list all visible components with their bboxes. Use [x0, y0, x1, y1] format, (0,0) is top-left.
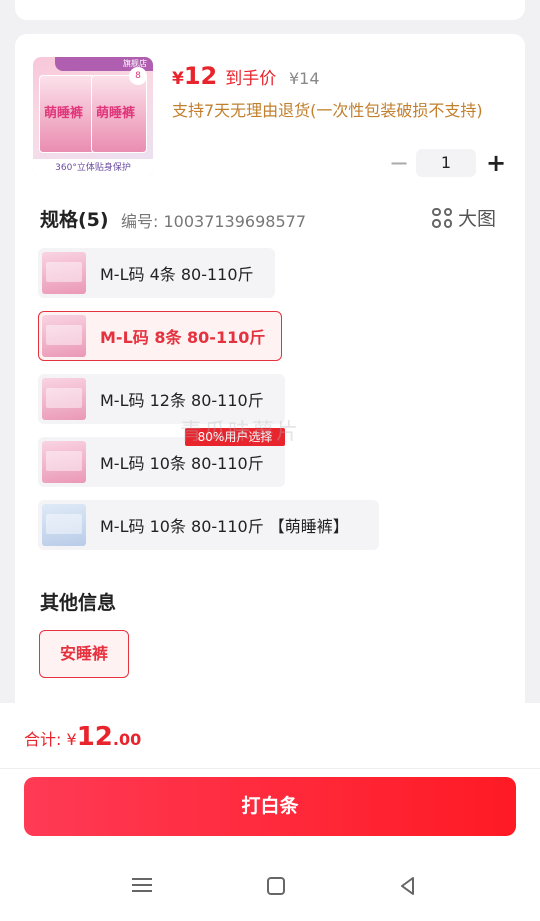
watermark: 青瓜味薯片 [180, 420, 301, 445]
package-image: 萌睡裤 [39, 75, 95, 153]
total-price: 合计: ¥12.00 [24, 722, 142, 752]
divider [0, 768, 540, 769]
quantity-field[interactable]: 1 [416, 149, 476, 177]
menu-icon[interactable] [130, 874, 154, 898]
option-thumbnail [42, 504, 86, 546]
pay-button[interactable]: 打白条 [24, 777, 516, 836]
product-thumbnail[interactable]: 旗舰店 萌睡裤 萌睡裤 8 360°立体贴身保护 [33, 57, 153, 177]
spec-title: 规格(5) [40, 209, 109, 231]
count-badge: 8 [129, 67, 147, 85]
original-price: ¥14 [289, 69, 320, 88]
grid-icon [432, 207, 452, 228]
option-thumbnail [42, 315, 86, 357]
return-policy: 支持7天无理由退货(一次性包装破损不支持) [172, 101, 483, 120]
option-thumbnail [42, 441, 86, 483]
thumb-caption: 360°立体贴身保护 [33, 159, 153, 177]
big-image-button[interactable]: 大图 [432, 204, 496, 231]
other-info-title: 其他信息 [40, 592, 117, 614]
spec-option[interactable]: M-L码 4条 80-110斤 [38, 248, 275, 298]
price-label: 到手价 [225, 69, 277, 89]
spec-option-selected[interactable]: M-L码 8条 80-110斤 [38, 311, 282, 361]
back-icon[interactable] [396, 874, 420, 898]
option-thumbnail [42, 378, 86, 420]
decrease-quantity-button[interactable]: − [389, 151, 409, 175]
home-icon[interactable] [264, 874, 288, 898]
previous-card [15, 0, 525, 20]
increase-quantity-button[interactable]: + [484, 150, 508, 176]
other-info-chip[interactable]: 安睡裤 [39, 630, 129, 678]
package-image: 萌睡裤 [91, 75, 147, 153]
spec-option[interactable]: M-L码 10条 80-110斤 【萌睡裤】 [38, 500, 379, 550]
option-thumbnail [42, 252, 86, 294]
final-price: ¥12 到手价 [172, 62, 277, 90]
spec-code: 编号: 10037139698577 [121, 212, 306, 231]
